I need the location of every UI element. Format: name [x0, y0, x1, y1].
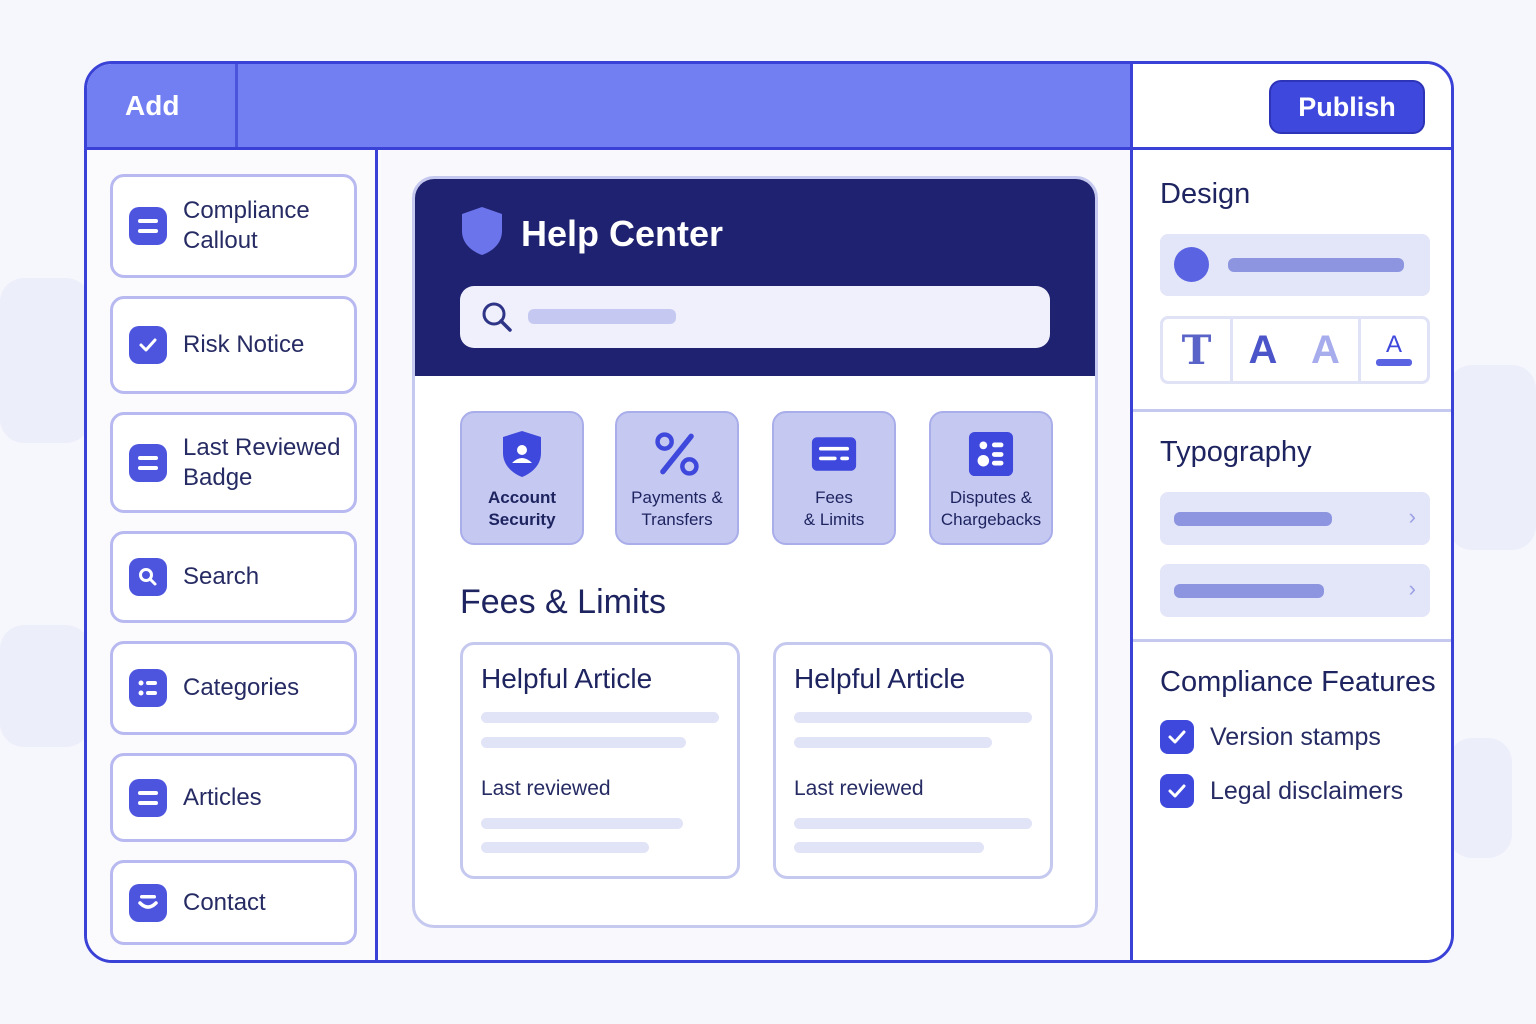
placeholder-line	[481, 737, 686, 748]
grid-icon	[968, 429, 1014, 479]
placeholder-line	[794, 712, 1032, 723]
font-tool-label: T	[1181, 326, 1212, 374]
article-card[interactable]: Helpful Article Last reviewed	[460, 642, 740, 879]
category-card-fees-limits[interactable]: Fees & Limits	[772, 411, 896, 545]
sidebar-item-label: Articles	[183, 783, 262, 811]
list-icon	[129, 778, 167, 817]
typography-option[interactable]: ›	[1160, 564, 1430, 617]
placeholder-line	[794, 737, 992, 748]
help-center-preview: Help Center Account Security Payments & …	[412, 176, 1098, 928]
search-input[interactable]	[460, 286, 1050, 348]
publish-button[interactable]: Publish	[1269, 80, 1425, 134]
sidebar-item-label: Last Reviewed Badge	[183, 433, 341, 491]
typography-title: Typography	[1160, 436, 1312, 468]
chevron-right-icon: ›	[1408, 504, 1416, 529]
list-icon	[129, 443, 167, 482]
bold-font-button[interactable]: A	[1233, 319, 1293, 381]
background-shape	[0, 278, 90, 443]
feature-label: Version stamps	[1210, 722, 1381, 751]
placeholder-line	[481, 712, 719, 723]
category-label: Disputes & Chargebacks	[940, 488, 1042, 529]
design-title: Design	[1160, 178, 1251, 210]
properties-panel: Design T A A A Typography › › Compliance…	[1130, 150, 1451, 960]
category-card-payments-transfers[interactable]: Payments & Transfers	[615, 411, 739, 545]
placeholder-line	[1228, 258, 1404, 272]
categories-icon	[129, 669, 167, 707]
article-card[interactable]: Helpful Article Last reviewed	[773, 642, 1053, 879]
category-label: Payments & Transfers	[631, 488, 723, 529]
sidebar-item-compliance-callout[interactable]: Compliance Callout	[110, 174, 357, 278]
editor-canvas: Help Center Account Security Payments & …	[381, 150, 1130, 960]
typography-option[interactable]: ›	[1160, 492, 1430, 545]
placeholder-line	[481, 842, 649, 853]
feature-label: Legal disclaimers	[1210, 776, 1404, 805]
sidebar-item-search[interactable]: Search	[110, 531, 357, 623]
search-placeholder-bar	[528, 309, 676, 324]
background-shape	[0, 625, 90, 747]
checkbox-checked-icon[interactable]	[1160, 720, 1194, 754]
sidebar-item-articles[interactable]: Articles	[110, 753, 357, 842]
sidebar-item-label: Risk Notice	[183, 331, 305, 358]
background-shape	[1448, 365, 1536, 550]
checkbox-checked-icon[interactable]	[1160, 774, 1194, 808]
top-right-toolbar: Publish	[1130, 64, 1451, 150]
card-icon	[811, 429, 857, 479]
category-label: Account Security	[488, 488, 556, 529]
color-underline	[1376, 358, 1412, 366]
design-section: Design T A A A	[1133, 150, 1451, 412]
placeholder-line	[1174, 584, 1324, 598]
article-title: Helpful Article	[481, 663, 653, 694]
color-swatch-row[interactable]	[1160, 234, 1430, 296]
editor-window: Add Publish Compliance Callout Risk Noti…	[84, 61, 1454, 963]
category-card-account-security[interactable]: Account Security	[460, 411, 584, 545]
sidebar-item-label: Search	[183, 563, 260, 590]
category-card-disputes-chargebacks[interactable]: Disputes & Chargebacks	[929, 411, 1053, 545]
sidebar-item-categories[interactable]: Categories	[110, 641, 357, 735]
add-tab[interactable]: Add	[87, 64, 238, 147]
shield-user-icon	[499, 429, 545, 479]
help-center-header: Help Center	[415, 179, 1095, 376]
contact-icon	[129, 883, 167, 922]
placeholder-line	[1174, 512, 1332, 526]
sidebar-item-label: Categories	[183, 674, 300, 701]
font-tool-label: A	[1385, 330, 1402, 358]
section-title: Fees & Limits	[460, 583, 666, 621]
top-toolbar: Add	[87, 64, 1130, 150]
font-style-tools: T A A A	[1160, 316, 1430, 384]
placeholder-line	[794, 818, 1032, 829]
feature-legal-disclaimers[interactable]: Legal disclaimers	[1160, 774, 1403, 808]
checkbox-icon	[129, 326, 167, 364]
compliance-title: Compliance Features	[1160, 666, 1436, 698]
feature-version-stamps[interactable]: Version stamps	[1160, 720, 1381, 754]
sidebar-item-risk-notice[interactable]: Risk Notice	[110, 296, 357, 394]
background-shape	[1448, 738, 1512, 858]
search-icon	[482, 302, 512, 332]
last-reviewed-label: Last reviewed	[481, 777, 611, 800]
text-color-button[interactable]: A	[1361, 319, 1427, 381]
typography-section: Typography › ›	[1133, 412, 1451, 642]
color-swatch[interactable]	[1174, 247, 1209, 282]
font-tool-label: A	[1311, 327, 1340, 372]
chevron-right-icon: ›	[1408, 576, 1416, 601]
search-icon	[129, 558, 167, 596]
article-title: Helpful Article	[794, 663, 966, 694]
light-font-button[interactable]: A	[1293, 319, 1361, 381]
sidebar-item-last-reviewed-badge[interactable]: Last Reviewed Badge	[110, 412, 357, 513]
placeholder-line	[794, 842, 984, 853]
sidebar-item-label: Compliance Callout	[183, 197, 310, 254]
percent-icon	[654, 429, 700, 479]
page-title: Help Center	[521, 213, 724, 254]
sidebar-item-label: Contact	[183, 888, 266, 916]
list-icon	[129, 207, 167, 245]
last-reviewed-label: Last reviewed	[794, 777, 924, 800]
category-label: Fees & Limits	[803, 488, 865, 529]
component-sidebar: Compliance Callout Risk Notice Last Revi…	[87, 150, 378, 960]
serif-font-button[interactable]: T	[1163, 319, 1233, 381]
font-tool-label: A	[1248, 327, 1278, 372]
shield-icon	[462, 207, 502, 255]
sidebar-item-contact[interactable]: Contact	[110, 860, 357, 945]
placeholder-line	[481, 818, 683, 829]
